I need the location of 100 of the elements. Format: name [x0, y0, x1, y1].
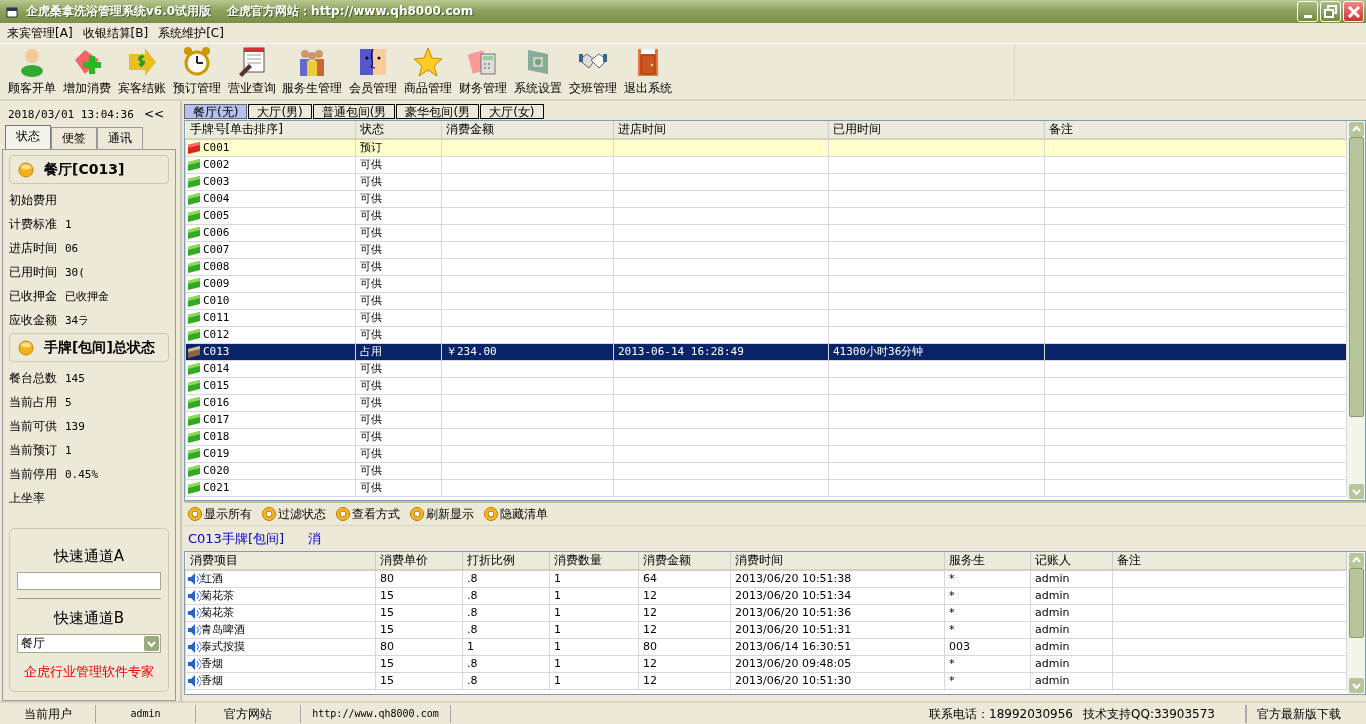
table-row[interactable]: C005 可供 [185, 207, 1347, 224]
column-header[interactable]: 状态 [355, 121, 442, 139]
toolbar-button[interactable]: 宾客结账 [114, 46, 169, 97]
table-cell: 可供 [360, 447, 382, 460]
column-header[interactable]: 打折比例 [462, 552, 550, 570]
table-row[interactable]: C009 可供 [185, 275, 1347, 292]
action-button[interactable]: 过滤状态 [260, 505, 328, 523]
table-row[interactable]: C002 可供 [185, 156, 1347, 173]
toolbar-button[interactable]: 营业查询 [224, 46, 279, 97]
scrollbar-thumb[interactable] [1348, 137, 1364, 417]
table-cell: 2013/06/20 10:51:34 [735, 589, 852, 602]
toolbar-button[interactable]: 顾客开单 [4, 46, 59, 97]
column-header[interactable]: 消费金额 [441, 121, 614, 139]
table-row[interactable]: C008 可供 [185, 258, 1347, 275]
room-tab[interactable]: 大厅(男) [248, 104, 312, 119]
section-title: 餐厅[C013] [44, 160, 125, 179]
toolbar-button[interactable]: 系统设置 [510, 46, 565, 97]
column-header[interactable]: 消费项目 [185, 552, 376, 570]
table-row[interactable]: C011 可供 [185, 309, 1347, 326]
table-row[interactable]: C020 可供 [185, 462, 1347, 479]
column-header[interactable]: 记账人 [1030, 552, 1113, 570]
table-cell: 可供 [360, 396, 382, 409]
collapse-button[interactable]: << [143, 107, 164, 121]
toolbar-button[interactable]: 服务生管理 [279, 46, 345, 97]
menu-item[interactable]: 系统维护[C] [153, 24, 229, 42]
table-row[interactable]: C012 可供 [185, 326, 1347, 343]
round-icon [410, 507, 424, 521]
toolbar-button[interactable]: 财务管理 [455, 46, 510, 97]
field-label: 已用时间 [9, 263, 57, 281]
table-row[interactable]: C010 可供 [185, 292, 1347, 309]
window-icon [6, 5, 18, 18]
table-cell: 泰式按摸 [201, 640, 245, 653]
toolbar-button[interactable]: 会员管理 [345, 46, 400, 97]
panel-tab[interactable]: 状态 [5, 125, 51, 149]
minimize-button[interactable] [1297, 1, 1318, 22]
panel-tab[interactable]: 通讯 [97, 127, 143, 149]
column-header[interactable]: 备注 [1044, 121, 1347, 139]
column-header[interactable]: 消费数量 [549, 552, 639, 570]
column-header[interactable]: 已用时间 [828, 121, 1045, 139]
table-cell: * [949, 606, 955, 619]
room-tab[interactable]: 大厅(女) [480, 104, 544, 119]
menu-item[interactable]: 收银结算[B] [77, 24, 154, 42]
column-header[interactable]: 手牌号[单击排序] [185, 121, 356, 139]
column-header[interactable]: 消费时间 [730, 552, 945, 570]
toolbar-button[interactable]: 商品管理 [400, 46, 455, 97]
column-header[interactable]: 服务生 [944, 552, 1031, 570]
table-row[interactable]: C015 可供 [185, 377, 1347, 394]
column-header[interactable]: 进店时间 [613, 121, 829, 139]
table-row[interactable]: C006 可供 [185, 224, 1347, 241]
quick-access-dropdown[interactable]: 餐厅 [17, 634, 161, 653]
table-cell: 可供 [360, 277, 382, 290]
field-value: 1 [65, 443, 72, 457]
action-button[interactable]: 隐藏清单 [482, 505, 550, 523]
action-button[interactable]: 显示所有 [186, 505, 254, 523]
table-row[interactable]: C004 可供 [185, 190, 1347, 207]
table-row[interactable]: C018 可供 [185, 428, 1347, 445]
toolbar-button[interactable]: 退出系统 [620, 46, 675, 97]
status-text: 技术支持QQ:33903573 [1083, 704, 1246, 723]
table-cell: 15 [380, 657, 394, 670]
round-icon [262, 507, 276, 521]
action-button[interactable]: 查看方式 [334, 505, 402, 523]
toolbar-button[interactable]: 交班管理 [565, 46, 620, 97]
table-row[interactable]: C014 可供 [185, 360, 1347, 377]
table-cell: C019 [203, 447, 230, 460]
table-cell: C021 [203, 481, 230, 494]
table-row[interactable]: C021 可供 [185, 479, 1347, 496]
table-cell: 预订 [360, 141, 382, 155]
table-cell: C008 [203, 260, 230, 273]
flag-icon [187, 208, 203, 223]
vertical-scrollbar[interactable] [1347, 552, 1365, 694]
column-header[interactable]: 消费金额 [638, 552, 731, 570]
table-row[interactable]: C013 占用 ￥234.00 2013-06-14 16:28:49 41300小时36分钟 [185, 343, 1347, 360]
minimize-icon [1303, 14, 1312, 18]
table-cell: 菊花茶 [201, 589, 234, 602]
table-row[interactable]: C001 预订 [185, 139, 1347, 156]
room-tab[interactable]: 豪华包间(男 [396, 104, 480, 119]
column-header[interactable]: 备注 [1112, 552, 1347, 570]
close-button[interactable] [1343, 1, 1364, 22]
table-row[interactable]: C017 可供 [185, 411, 1347, 428]
toolbar-button[interactable]: 预订管理 [169, 46, 224, 97]
vertical-scrollbar[interactable] [1347, 121, 1365, 500]
toolbar-button[interactable]: 增加消费 [59, 46, 114, 97]
table-cell: .8 [467, 657, 478, 670]
menu-item[interactable]: 来宾管理[A] [2, 24, 78, 42]
table-row[interactable]: C003 可供 [185, 173, 1347, 190]
table-row[interactable]: C019 可供 [185, 445, 1347, 462]
action-button[interactable]: 刷新显示 [408, 505, 476, 523]
scrollbar-thumb[interactable] [1348, 568, 1364, 638]
room-tab[interactable]: 餐厅(无) [184, 104, 248, 119]
panel-tab[interactable]: 便签 [51, 127, 97, 149]
table-row[interactable]: C016 可供 [185, 394, 1347, 411]
table-cell: 2013/06/20 09:48:05 [735, 657, 852, 670]
quick-access-input[interactable] [17, 572, 161, 590]
dot-icon [18, 339, 34, 356]
room-tab[interactable]: 普通包间(男 [312, 104, 396, 119]
table-cell: C006 [203, 226, 230, 239]
flag-icon [187, 327, 203, 342]
restore-button[interactable] [1320, 1, 1341, 22]
column-header[interactable]: 消费单价 [375, 552, 463, 570]
table-row[interactable]: C007 可供 [185, 241, 1347, 258]
